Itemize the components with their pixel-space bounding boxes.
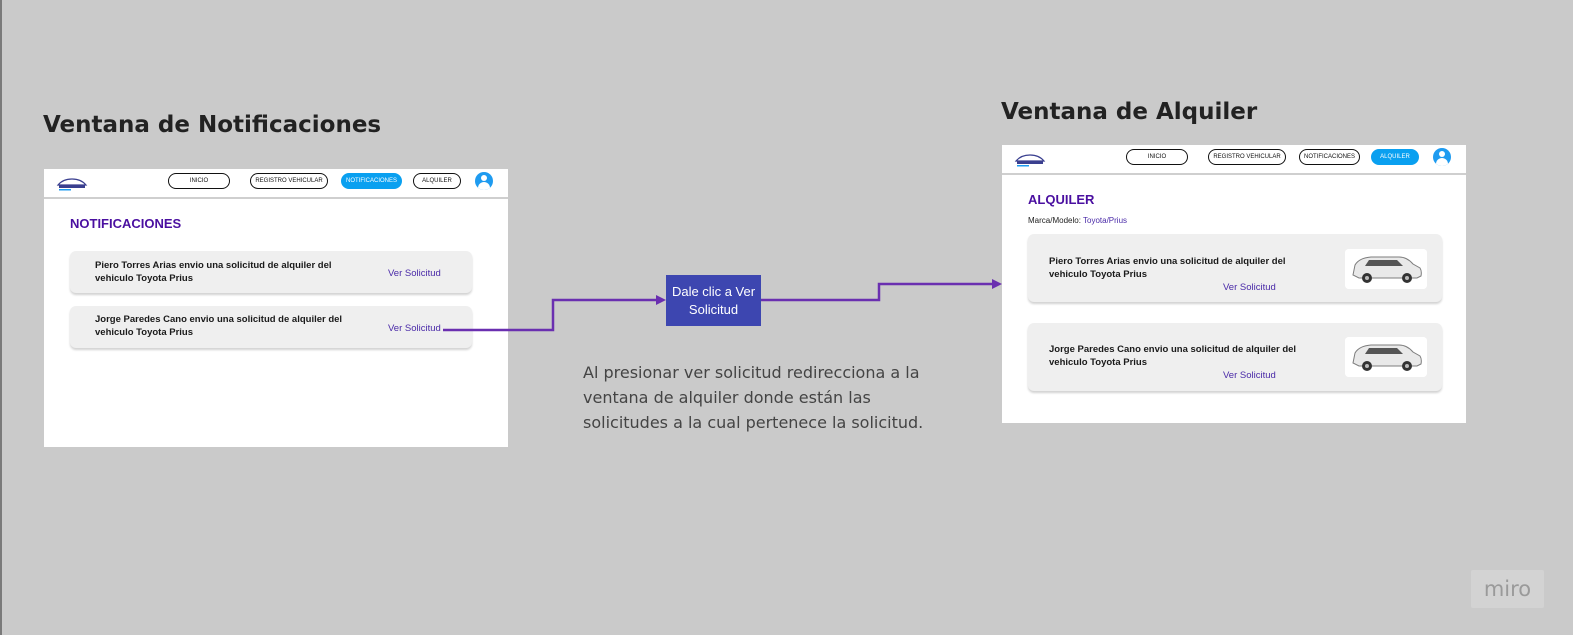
- arrow-to-rental: [761, 282, 993, 302]
- callout-box: Dale clic a Ver Solicitud: [666, 275, 761, 326]
- flow-arrows: [443, 279, 1002, 332]
- arrow-head: [992, 279, 1002, 289]
- miro-watermark: miro: [1471, 570, 1544, 608]
- explanation-note: Al presionar ver solicitud redirecciona …: [583, 363, 924, 432]
- arrow-to-callout: [443, 298, 658, 332]
- arrow-head: [656, 295, 666, 305]
